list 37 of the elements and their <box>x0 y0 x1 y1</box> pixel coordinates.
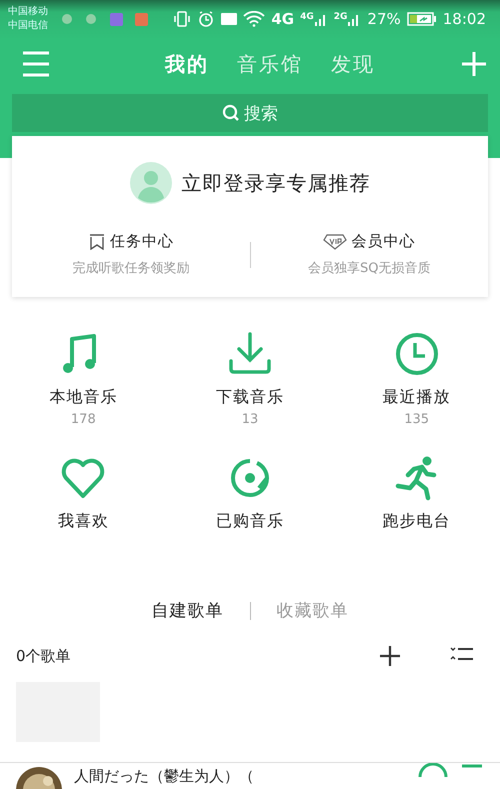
search-icon <box>222 104 240 122</box>
playlist-count: 0个歌单 <box>16 646 71 666</box>
login-prompt[interactable]: 立即登录享专属推荐 <box>182 170 370 196</box>
song-title: 人間だった（鬱生为人）（ <box>74 767 254 786</box>
shortcut-button[interactable]: 已购音乐 <box>166 455 334 557</box>
link-subtitle: 完成听歌任务领奖励 <box>72 260 190 277</box>
wifi-icon <box>243 11 266 27</box>
carrier-name: 中国移动 <box>8 5 48 19</box>
battery-charging-icon <box>406 12 437 26</box>
alarm-icon <box>197 10 216 28</box>
playlist-tab[interactable]: 自建歌单 <box>152 599 224 622</box>
clock-time: 18:02 <box>442 10 486 28</box>
menu-icon[interactable] <box>22 51 50 77</box>
avatar-icon[interactable] <box>130 162 172 204</box>
download-icon <box>226 331 273 377</box>
shortcut-button[interactable]: 最近播放 135 <box>333 331 500 433</box>
network-label: 4G <box>300 12 314 22</box>
signal-icon <box>314 12 328 26</box>
shortcut-button[interactable]: 本地音乐 178 <box>0 331 167 433</box>
network-label: 4G <box>271 10 294 28</box>
notification-icon <box>62 14 72 24</box>
link-button[interactable]: 任务中心 <box>110 232 174 251</box>
shortcut-button[interactable]: 跑步电台 <box>333 455 500 557</box>
vibrate-icon <box>173 10 192 28</box>
shortcut-button[interactable]: 下载音乐 13 <box>166 331 334 433</box>
network-label: 2G <box>334 12 348 22</box>
battery-percent: 27% <box>367 10 401 28</box>
add-icon[interactable] <box>378 644 402 668</box>
link-button[interactable]: 会员中心 <box>351 232 416 251</box>
shortcut-button[interactable]: 我喜欢 <box>0 455 167 557</box>
clock-icon <box>394 331 440 377</box>
app-icon <box>110 12 123 26</box>
vip-diamond-icon <box>323 234 348 250</box>
app-icon <box>135 12 148 26</box>
notification-icon <box>86 14 96 24</box>
link-subtitle: 会员独享SQ无损音质 <box>308 260 430 277</box>
carrier-name: 中国电信 <box>8 19 48 33</box>
